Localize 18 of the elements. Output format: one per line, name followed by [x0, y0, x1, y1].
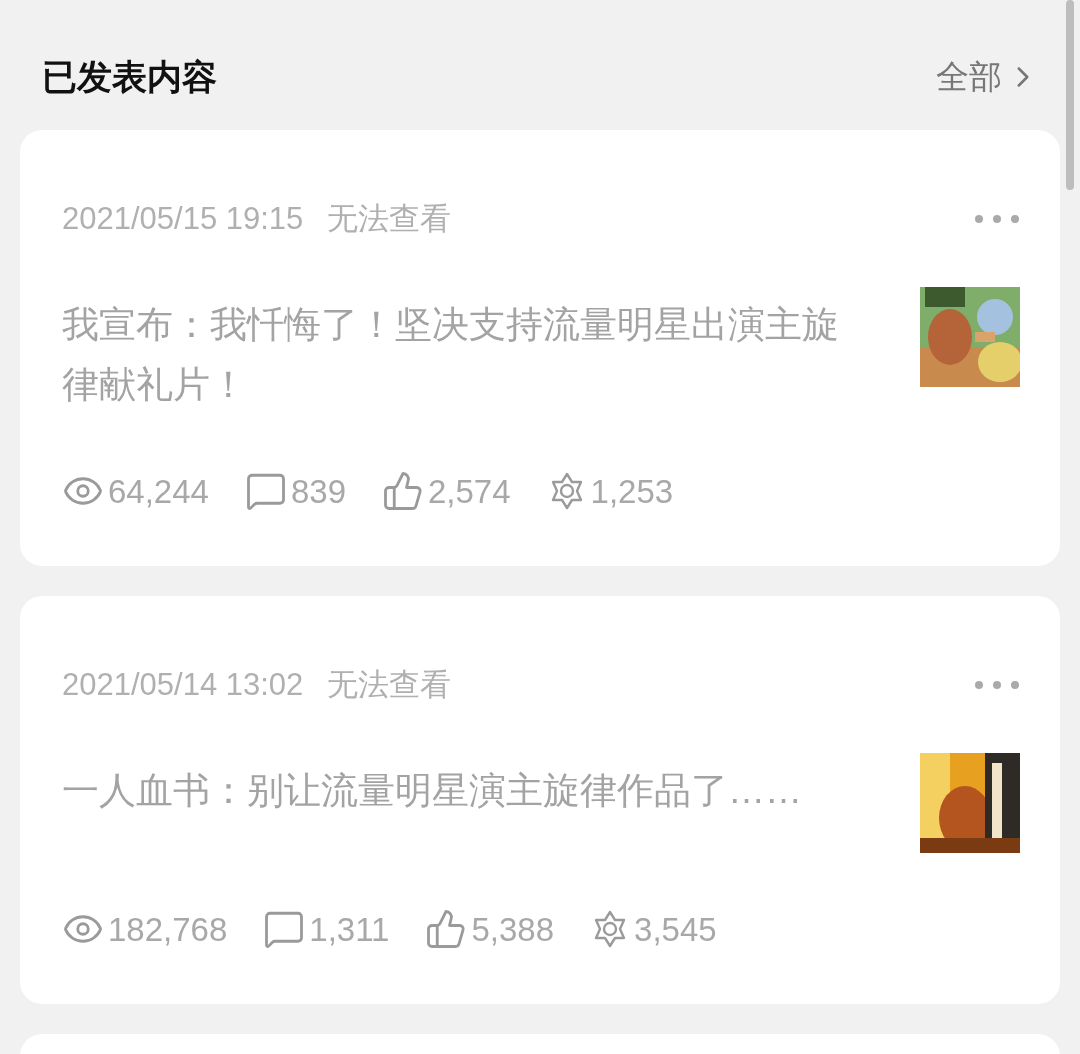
stat-count: 839	[290, 471, 346, 512]
stat-count: 1,253	[590, 471, 674, 512]
stat-count: 5,388	[471, 909, 555, 950]
stat-count: 1,311	[309, 909, 390, 950]
all-link[interactable]: 全部	[936, 52, 1040, 102]
post-status: 无法查看	[327, 666, 452, 704]
post-card[interactable]: 2021/05/14 13:02 无法查看 一人血书：别让流量明星演主旋律作品了…… 182,768 1,311 5,388 3,545	[20, 596, 1060, 1004]
section-title: 已发表内容	[42, 55, 217, 98]
stat-count: 64,244	[108, 471, 209, 512]
post-title: 我宣布：我忏悔了！坚决支持流量明星出演主旋律献礼片！	[62, 302, 840, 407]
post-card[interactable]: 2021/05/15 19:15 无法查看 我宣布：我忏悔了！坚决支持流量明星出演主旋律献礼片！ 64,244 839 2,574 1,253	[20, 130, 1060, 566]
post-date: 2021/05/14 13:02	[62, 666, 304, 704]
post-status: 无法查看	[327, 200, 452, 238]
stat-count: 182,768	[108, 909, 228, 950]
stat-count: 2,574	[428, 471, 511, 512]
post-title: 一人血书：别让流量明星演主旋律作品了……	[62, 768, 803, 813]
stat-count: 3,545	[634, 909, 717, 950]
post-date: 2021/05/15 19:15	[62, 200, 304, 238]
